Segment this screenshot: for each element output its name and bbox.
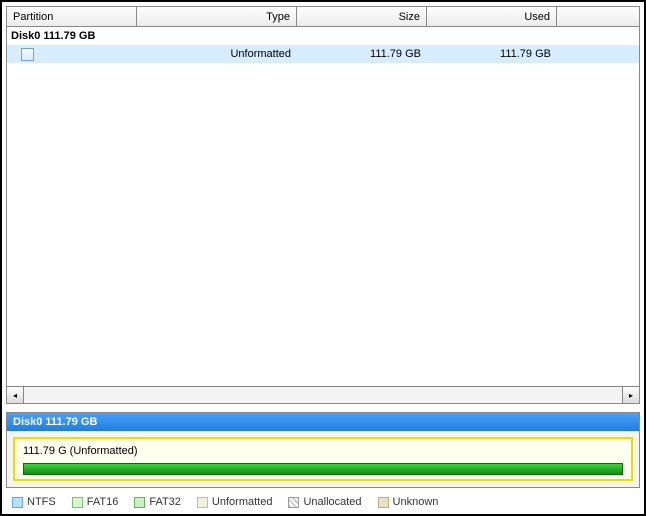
col-size[interactable]: Size bbox=[297, 7, 427, 26]
legend-label: NTFS bbox=[27, 496, 56, 508]
swatch-icon bbox=[378, 497, 389, 508]
legend-unknown: Unknown bbox=[378, 496, 439, 508]
partition-cell-checkbox bbox=[7, 48, 137, 61]
col-used[interactable]: Used bbox=[427, 7, 557, 26]
scroll-left-button[interactable]: ◂ bbox=[7, 387, 24, 403]
disk-map: Disk0 111.79 GB 111.79 G (Unformatted) bbox=[6, 412, 640, 488]
legend-fat16: FAT16 bbox=[72, 496, 119, 508]
swatch-icon bbox=[12, 497, 23, 508]
legend-fat32: FAT32 bbox=[134, 496, 181, 508]
partition-checkbox[interactable] bbox=[21, 48, 34, 61]
scroll-right-button[interactable]: ▸ bbox=[622, 387, 639, 403]
table-header: Partition Type Size Used bbox=[7, 7, 639, 27]
disk-label: Disk0 111.79 GB bbox=[11, 30, 95, 42]
swatch-icon bbox=[288, 497, 299, 508]
table-body: Disk0 111.79 GB Unformatted 111.79 GB 11… bbox=[7, 27, 639, 386]
col-type[interactable]: Type bbox=[137, 7, 297, 26]
col-spacer bbox=[557, 7, 639, 26]
swatch-icon bbox=[134, 497, 145, 508]
disk-map-header[interactable]: Disk0 111.79 GB bbox=[7, 413, 639, 431]
col-partition[interactable]: Partition bbox=[7, 7, 137, 26]
partition-block-label: 111.79 G (Unformatted) bbox=[23, 445, 623, 457]
partition-row[interactable]: Unformatted 111.79 GB 111.79 GB bbox=[7, 45, 639, 63]
swatch-icon bbox=[72, 497, 83, 508]
legend-label: FAT16 bbox=[87, 496, 119, 508]
legend-label: Unformatted bbox=[212, 496, 273, 508]
legend-unformatted: Unformatted bbox=[197, 496, 273, 508]
partition-table: Partition Type Size Used Disk0 111.79 GB… bbox=[6, 6, 640, 404]
horizontal-scrollbar[interactable]: ◂ ▸ bbox=[7, 386, 639, 403]
legend-label: Unknown bbox=[393, 496, 439, 508]
chevron-right-icon: ▸ bbox=[629, 391, 633, 400]
legend: NTFS FAT16 FAT32 Unformatted Unallocated… bbox=[2, 492, 644, 514]
legend-ntfs: NTFS bbox=[12, 496, 56, 508]
disk-row[interactable]: Disk0 111.79 GB bbox=[7, 27, 639, 45]
scroll-track[interactable] bbox=[24, 387, 622, 403]
usage-bar bbox=[23, 463, 623, 475]
app-window: Partition Type Size Used Disk0 111.79 GB… bbox=[0, 0, 646, 516]
partition-cell-used: 111.79 GB bbox=[427, 48, 557, 60]
partition-cell-size: 111.79 GB bbox=[297, 48, 427, 60]
disk-map-body: 111.79 G (Unformatted) bbox=[7, 431, 639, 487]
legend-label: FAT32 bbox=[149, 496, 181, 508]
legend-unallocated: Unallocated bbox=[288, 496, 361, 508]
partition-cell-type: Unformatted bbox=[137, 48, 297, 60]
partition-block[interactable]: 111.79 G (Unformatted) bbox=[13, 437, 633, 481]
chevron-left-icon: ◂ bbox=[13, 391, 17, 400]
swatch-icon bbox=[197, 497, 208, 508]
legend-label: Unallocated bbox=[303, 496, 361, 508]
